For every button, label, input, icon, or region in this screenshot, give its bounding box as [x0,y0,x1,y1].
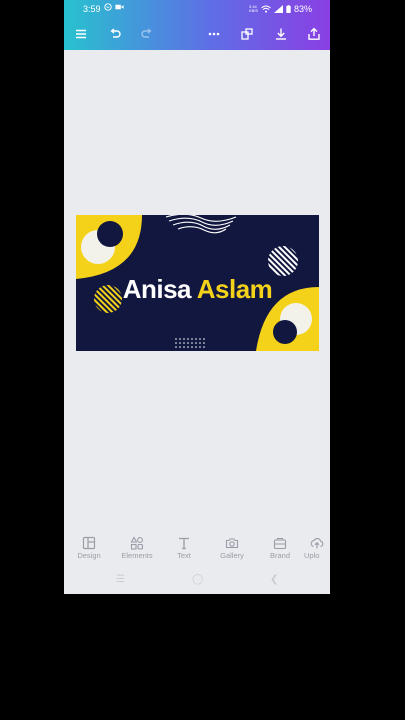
design-canvas[interactable]: Anisa Aslam [76,215,319,351]
tab-design[interactable]: Design [66,533,112,560]
design-name-text[interactable]: Anisa Aslam [76,274,319,305]
tab-uploads-label: Uplo [304,551,320,560]
menu-icon [76,29,86,39]
tab-gallery[interactable]: Gallery [209,533,255,560]
back-icon[interactable]: ❮ [270,574,278,585]
design-icon [82,536,96,550]
more-button[interactable] [204,24,224,44]
recent-apps-icon[interactable]: ☰ [116,574,125,585]
tab-text[interactable]: Text [161,533,207,560]
tab-uploads[interactable]: Uplo [304,533,330,560]
wifi-icon [261,5,271,13]
bottom-toolbar: Design Elements Text Gallery Brand Uplo [64,533,330,567]
navy-circle-bottom-right [273,320,297,344]
top-app-bar: 3:59 3.44 KB/S 83% [64,0,330,50]
signal-icon [273,5,283,13]
undo-button[interactable] [105,24,125,44]
tab-elements-label: Elements [121,551,153,560]
redo-icon [141,28,152,38]
undo-icon [110,28,121,38]
status-bar: 3:59 3.44 KB/S 83% [64,0,330,18]
tab-elements[interactable]: Elements [114,533,160,560]
share-button[interactable] [304,24,324,44]
download-icon [276,28,286,40]
status-time: 3:59 [83,4,101,14]
battery-icon [286,5,291,13]
brand-icon [273,537,287,550]
dot-grid [175,338,205,348]
resize-icon [241,28,253,40]
tab-brand[interactable]: Brand [257,533,303,560]
elements-icon [130,536,144,550]
tab-gallery-label: Gallery [220,551,244,560]
home-icon[interactable]: ◯ [192,574,203,585]
striped-circle-right [268,246,298,276]
redo-button[interactable] [137,24,157,44]
video-camera-icon [115,4,124,10]
resize-button[interactable] [237,24,257,44]
text-icon [179,537,189,550]
system-nav-bar: ☰ ◯ ❮ [64,570,330,590]
download-button[interactable] [271,24,291,44]
network-speed: 3.44 KB/S [248,4,259,13]
battery-percent: 83% [293,4,312,14]
phone-screen: 3:59 3.44 KB/S 83% Anisa Aslam Design El… [64,0,330,594]
name-first: Anisa [122,274,192,304]
navy-circle-top-left [97,221,123,247]
camera-icon [225,538,239,549]
whatsapp-icon [104,3,112,11]
more-icon [208,32,220,36]
upload-cloud-icon [310,537,324,549]
wave-lines [165,215,237,234]
menu-button[interactable] [71,24,91,44]
tab-text-label: Text [177,551,191,560]
name-last: Aslam [196,274,273,304]
tab-design-label: Design [77,551,101,560]
tab-brand-label: Brand [269,551,290,560]
share-icon [308,27,320,40]
